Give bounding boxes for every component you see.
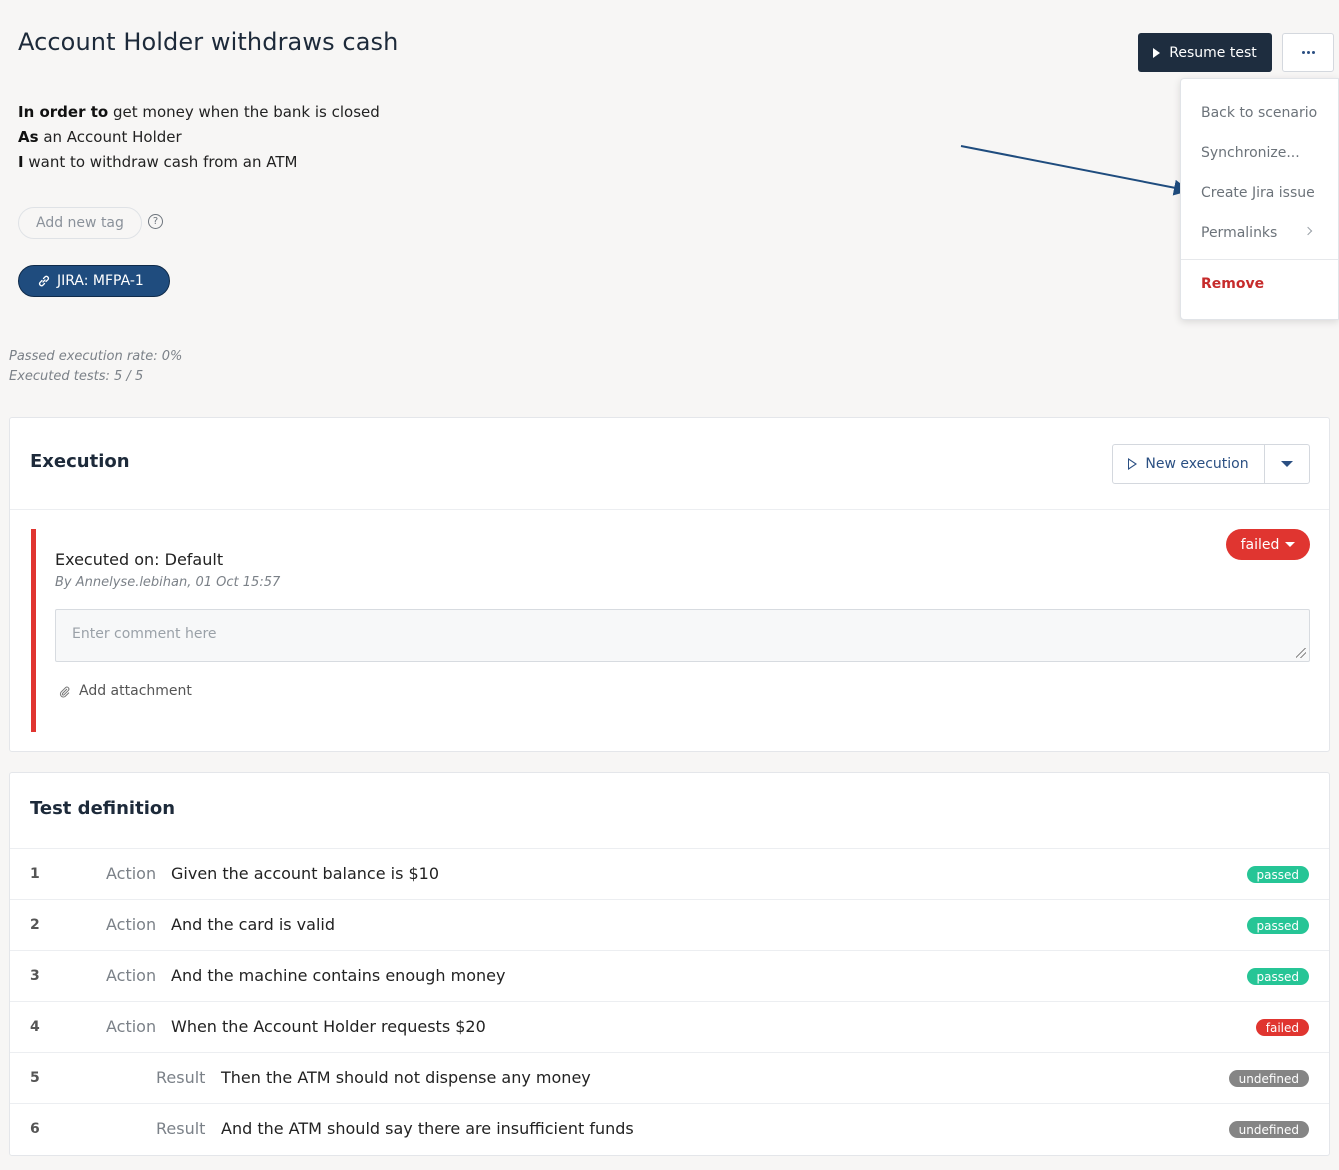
story-line-in-order-to: In order to get money when the bank is c… [18, 100, 380, 125]
step-text: And the card is valid [171, 915, 335, 934]
page-title: Account Holder withdraws cash [18, 28, 399, 56]
add-attachment-label: Add attachment [79, 683, 192, 699]
story-keyword: As [18, 128, 39, 146]
step-row: 6 Result And the ATM should say there ar… [10, 1103, 1329, 1156]
step-text: And the machine contains enough money [171, 966, 506, 985]
add-attachment-link[interactable]: Add attachment [58, 683, 192, 699]
execution-card: Execution New execution Executed on: Def… [9, 417, 1330, 752]
help-icon[interactable]: ? [148, 214, 163, 229]
step-row: 4 Action When the Account Holder request… [10, 1001, 1329, 1052]
step-text: Given the account balance is $10 [171, 864, 440, 883]
step-number: 4 [30, 1019, 40, 1035]
execution-title: Execution [30, 451, 130, 472]
more-icon-dot [1306, 51, 1310, 54]
new-execution-dropdown-toggle[interactable] [1265, 445, 1309, 483]
new-execution-button[interactable]: New execution [1113, 445, 1265, 483]
menu-item-create-jira-issue[interactable]: Create Jira issue [1201, 185, 1315, 201]
status-label: failed [1240, 536, 1280, 553]
passed-rate: Passed execution rate: 0% [9, 349, 183, 364]
play-icon [1153, 47, 1161, 58]
step-row: 5 Result Then the ATM should not dispens… [10, 1052, 1329, 1103]
step-row: 3 Action And the machine contains enough… [10, 950, 1329, 1001]
resume-test-label: Resume test [1169, 44, 1257, 61]
step-number: 6 [30, 1121, 40, 1137]
execution-stats: Passed execution rate: 0% Executed tests… [9, 347, 182, 387]
step-keyword: Action [106, 966, 157, 985]
caret-down-icon [1281, 461, 1293, 467]
more-actions-button[interactable] [1282, 33, 1334, 72]
paperclip-icon [59, 686, 70, 697]
step-text: Then the ATM should not dispense any mon… [221, 1068, 591, 1087]
status-dropdown-button[interactable]: failed [1226, 529, 1310, 560]
more-icon-dot [1311, 51, 1315, 54]
play-outline-icon [1128, 458, 1138, 470]
step-status-badge[interactable]: failed [1255, 1019, 1309, 1036]
chevron-right-icon [1303, 226, 1313, 236]
failed-status-bar [31, 529, 36, 732]
user-story: In order to get money when the bank is c… [18, 100, 380, 175]
test-definition-title: Test definition [30, 798, 176, 819]
step-text: When the Account Holder requests $20 [171, 1017, 486, 1036]
step-status-badge[interactable]: passed [1246, 866, 1309, 883]
step-keyword: Result [156, 1119, 206, 1138]
menu-item-back-to-scenario[interactable]: Back to scenario [1201, 105, 1317, 121]
link-icon [38, 275, 50, 287]
story-line-i-want: I want to withdraw cash from an ATM [18, 150, 380, 175]
caret-down-icon [1285, 542, 1296, 547]
test-definition-card: Test definition 1 Action Given the accou… [9, 772, 1330, 1156]
step-keyword: Action [106, 864, 157, 883]
add-tag-input[interactable]: Add new tag [18, 207, 142, 239]
new-execution-label: New execution [1145, 456, 1249, 472]
more-actions-menu: Back to scenario Synchronize... Create J… [1180, 78, 1339, 320]
menu-item-synchronize[interactable]: Synchronize... [1201, 145, 1300, 161]
step-row: 2 Action And the card is valid passed [10, 899, 1329, 950]
step-status-badge[interactable]: passed [1246, 968, 1309, 985]
menu-item-permalinks[interactable]: Permalinks [1201, 225, 1277, 241]
step-number: 3 [30, 968, 40, 984]
step-number: 5 [30, 1070, 40, 1086]
menu-item-remove[interactable]: Remove [1201, 276, 1264, 292]
menu-divider [1181, 259, 1338, 260]
step-status-badge[interactable]: undefined [1228, 1121, 1309, 1138]
new-execution-split-button: New execution [1112, 444, 1310, 484]
step-row: 1 Action Given the account balance is $1… [10, 848, 1329, 899]
step-number: 1 [30, 866, 40, 882]
more-icon [1301, 51, 1305, 54]
story-text: an Account Holder [38, 128, 182, 146]
jira-link-label: JIRA: MFPA-1 [57, 273, 144, 289]
story-line-as: As an Account Holder [18, 125, 380, 150]
annotation-arrow [960, 145, 1190, 196]
divider [10, 509, 1329, 510]
step-keyword: Result [156, 1068, 206, 1087]
resize-handle-icon[interactable] [1296, 648, 1306, 658]
resume-test-button[interactable]: Resume test [1138, 33, 1272, 72]
step-status-badge[interactable]: undefined [1228, 1070, 1309, 1087]
executed-tests: Executed tests: 5 / 5 [9, 369, 144, 384]
executed-on: Executed on: Default [55, 550, 224, 569]
comment-textarea[interactable]: Enter comment here [55, 609, 1310, 662]
jira-link-tag[interactable]: JIRA: MFPA-1 [18, 265, 170, 297]
step-status-badge[interactable]: passed [1246, 917, 1309, 934]
step-keyword: Action [106, 1017, 157, 1036]
story-keyword: In order to [18, 103, 109, 121]
step-text: And the ATM should say there are insuffi… [221, 1119, 634, 1138]
story-text: get money when the bank is closed [108, 103, 380, 121]
step-keyword: Action [106, 915, 157, 934]
step-number: 2 [30, 917, 40, 933]
executed-by: By Annelyse.lebihan, 01 Oct 15:57 [55, 575, 281, 590]
story-text: want to withdraw cash from an ATM [23, 153, 298, 171]
